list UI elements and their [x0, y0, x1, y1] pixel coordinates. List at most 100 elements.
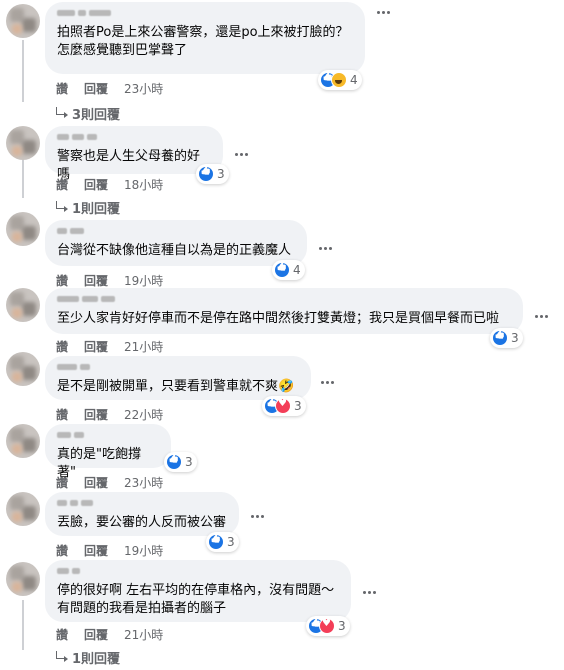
avatar[interactable]	[6, 288, 40, 322]
reply-button[interactable]: 回覆	[84, 542, 108, 559]
haha-reaction-icon	[331, 72, 347, 88]
reply-button[interactable]: 回覆	[84, 272, 108, 289]
reaction-count: 3	[185, 455, 193, 469]
thread-line	[22, 40, 24, 102]
more-options-icon[interactable]	[374, 4, 394, 20]
comment-text: 停的很好啊 左右平均的在停車格內，沒有問題～ 有問題的我看是拍攝者的腦子	[57, 583, 335, 616]
reaction-count: 4	[350, 73, 358, 87]
view-replies-button[interactable]: 1則回覆	[56, 648, 120, 667]
reaction-count: 3	[511, 331, 519, 345]
timestamp[interactable]: 21小時	[124, 338, 163, 355]
thread-line	[22, 600, 24, 650]
more-options-icon[interactable]	[248, 508, 268, 524]
reply-button[interactable]: 回覆	[84, 406, 108, 423]
like-button[interactable]: 讚	[56, 176, 68, 193]
view-replies-button[interactable]: 3則回覆	[56, 104, 120, 123]
comment-bubble: 丟臉，要公審的人反而被公審	[45, 492, 239, 536]
replies-label: 3則回覆	[72, 108, 121, 123]
reply-button[interactable]: 回覆	[84, 80, 108, 97]
timestamp[interactable]: 18小時	[124, 176, 163, 193]
more-options-icon[interactable]	[360, 584, 380, 600]
comment-text: 丟臉，要公審的人反而被公審	[57, 515, 227, 530]
reaction-count: 3	[294, 399, 302, 413]
reaction-summary[interactable]: 4	[318, 70, 362, 90]
like-button[interactable]: 讚	[56, 272, 68, 289]
comment-actions: 讚 回覆 23小時	[56, 474, 163, 491]
like-button[interactable]: 讚	[56, 80, 68, 97]
comment-actions: 讚 回覆 22小時	[56, 406, 163, 423]
avatar[interactable]	[6, 352, 40, 386]
like-button[interactable]: 讚	[56, 338, 68, 355]
like-button[interactable]: 讚	[56, 406, 68, 423]
comment-bubble: 停的很好啊 左右平均的在停車格內，沒有問題～ 有問題的我看是拍攝者的腦子	[45, 560, 351, 622]
reply-button[interactable]: 回覆	[84, 338, 108, 355]
timestamp[interactable]: 22小時	[124, 406, 163, 423]
replies-label: 1則回覆	[72, 652, 121, 667]
comment-bubble: 拍照者Po是上來公審警察，還是po上來被打臉的？ 怎麼感覺聽到巴掌聲了	[45, 2, 365, 74]
commenter-name-blurred[interactable]	[57, 364, 299, 374]
reaction-summary[interactable]: 4	[272, 260, 305, 280]
avatar[interactable]	[6, 492, 40, 526]
reaction-summary[interactable]: 3	[490, 328, 523, 348]
like-button[interactable]: 讚	[56, 474, 68, 491]
like-reaction-icon	[166, 454, 182, 470]
commenter-name-blurred[interactable]	[57, 568, 339, 578]
like-reaction-icon	[274, 262, 290, 278]
reaction-count: 4	[293, 263, 301, 277]
like-reaction-icon	[198, 166, 214, 182]
comment-bubble: 真的是"吃飽撐著"	[45, 424, 171, 480]
reaction-summary[interactable]: 3	[306, 616, 350, 636]
comment-actions: 讚 回覆 18小時	[56, 176, 163, 193]
reply-button[interactable]: 回覆	[84, 474, 108, 491]
comment-bubble: 是不是剛被開單，只要看到警車就不爽🤣	[45, 356, 311, 400]
avatar[interactable]	[6, 212, 40, 246]
reply-button[interactable]: 回覆	[84, 626, 108, 643]
more-options-icon[interactable]	[316, 240, 336, 256]
timestamp[interactable]: 19小時	[124, 542, 163, 559]
view-replies-button[interactable]: 1則回覆	[56, 198, 120, 217]
comment-actions: 讚 回覆 21小時	[56, 338, 163, 355]
comment-actions: 讚 回覆 21小時	[56, 626, 163, 643]
like-reaction-icon	[208, 534, 224, 550]
reaction-summary[interactable]: 3	[262, 396, 306, 416]
comment-text: 至少人家肯好好停車而不是停在路中間然後打雙黃燈；我只是買個早餐而已啦	[57, 311, 500, 326]
reply-arrow-icon	[56, 106, 68, 118]
comment-actions: 讚 回覆 19小時	[56, 542, 163, 559]
replies-label: 1則回覆	[72, 202, 121, 217]
like-reaction-icon	[492, 330, 508, 346]
reaction-summary[interactable]: 3	[196, 164, 229, 184]
comment-actions: 讚 回覆 19小時	[56, 272, 163, 289]
comment-text: 是不是剛被開單，只要看到警車就不爽🤣	[57, 379, 295, 394]
timestamp[interactable]: 21小時	[124, 626, 163, 643]
reaction-count: 3	[217, 167, 225, 181]
commenter-name-blurred[interactable]	[57, 228, 295, 238]
comment-text: 台灣從不缺像他這種自以為是的正義魔人	[57, 243, 292, 258]
more-options-icon[interactable]	[532, 308, 552, 324]
timestamp[interactable]: 23小時	[124, 474, 163, 491]
commenter-name-blurred[interactable]	[57, 432, 159, 442]
avatar[interactable]	[6, 562, 40, 596]
comment-text: 拍照者Po是上來公審警察，還是po上來被打臉的？ 怎麼感覺聽到巴掌聲了	[57, 25, 349, 58]
reaction-summary[interactable]: 3	[164, 452, 197, 472]
timestamp[interactable]: 19小時	[124, 272, 163, 289]
reply-button[interactable]: 回覆	[84, 176, 108, 193]
commenter-name-blurred[interactable]	[57, 296, 511, 306]
avatar[interactable]	[6, 424, 40, 458]
commenter-name-blurred[interactable]	[57, 134, 211, 144]
comment-bubble: 至少人家肯好好停車而不是停在路中間然後打雙黃燈；我只是買個早餐而已啦	[45, 288, 523, 334]
commenter-name-blurred[interactable]	[57, 500, 227, 510]
reaction-count: 3	[338, 619, 346, 633]
avatar[interactable]	[6, 126, 40, 160]
thread-line	[22, 158, 24, 198]
reaction-summary[interactable]: 3	[206, 532, 239, 552]
comment-bubble: 台灣從不缺像他這種自以為是的正義魔人	[45, 220, 307, 266]
timestamp[interactable]: 23小時	[124, 80, 163, 97]
more-options-icon[interactable]	[232, 146, 252, 162]
like-button[interactable]: 讚	[56, 626, 68, 643]
comment-bubble: 警察也是人生父母養的好嗎	[45, 126, 223, 182]
reaction-count: 3	[227, 535, 235, 549]
like-button[interactable]: 讚	[56, 542, 68, 559]
more-options-icon[interactable]	[318, 374, 338, 390]
commenter-name-blurred[interactable]	[57, 10, 353, 20]
avatar[interactable]	[6, 4, 40, 38]
